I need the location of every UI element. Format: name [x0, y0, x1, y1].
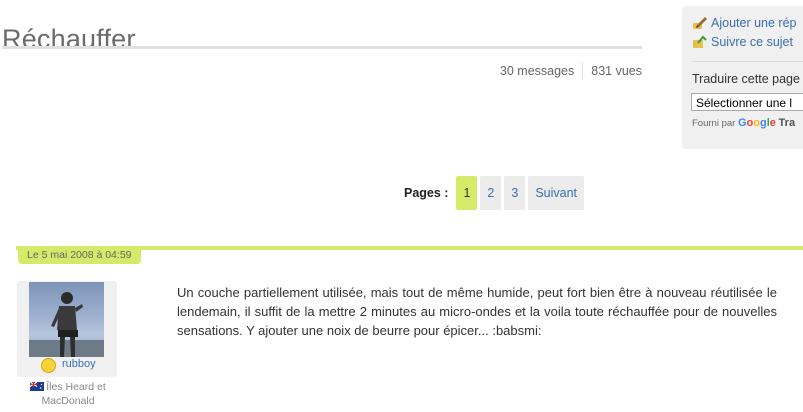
post-date: Le 5 mai 2008 à 04:59 — [18, 247, 141, 264]
page-3-link[interactable]: 3 — [504, 176, 526, 210]
author-location-text: Îles Heard et MacDonald — [41, 381, 106, 407]
online-status-icon — [41, 358, 56, 373]
avatar[interactable] — [29, 282, 104, 357]
follow-icon — [692, 35, 708, 49]
google-logo: Google — [737, 117, 776, 129]
author-location: Îles Heard et MacDonald — [18, 380, 118, 408]
powered-by-label: Fourni par — [692, 118, 736, 129]
page-title: Réchauffer — [2, 24, 136, 55]
post-content: Un couche partiellement utilisée, mais t… — [177, 285, 777, 338]
reply-link[interactable]: Ajouter une rép — [692, 16, 796, 30]
translate-label: Traduire cette page — [692, 72, 800, 86]
follow-topic-label: Suivre ce sujet — [711, 35, 793, 49]
next-page-link[interactable]: Suivant — [528, 176, 585, 210]
topic-stats: 30 messages 831 vues — [500, 62, 642, 80]
sidebar-divider — [692, 61, 803, 62]
pagination-label: Pages : — [404, 186, 449, 200]
translate-language-select[interactable]: Sélectionner une l — [691, 93, 803, 111]
topic-sidebar: Ajouter une rép Suivre ce sujet Traduire… — [682, 6, 803, 149]
views-count: 831 vues — [591, 64, 642, 78]
author-profile-card: rubboy — [17, 281, 117, 377]
messages-count: 30 messages — [499, 64, 575, 78]
reply-link-label: Ajouter une rép — [711, 16, 797, 30]
powered-by-google: Fourni par Google Tra — [692, 117, 795, 129]
translate-word: Tra — [778, 117, 796, 129]
page-2-link[interactable]: 2 — [480, 176, 502, 210]
pencil-icon — [692, 16, 708, 30]
page-1-link[interactable]: 1 — [456, 176, 478, 210]
follow-topic-link[interactable]: Suivre ce sujet — [692, 35, 793, 49]
title-divider — [2, 46, 642, 49]
author-username[interactable]: rubboy — [62, 358, 96, 370]
stats-divider — [582, 62, 584, 80]
australia-flag-icon — [30, 382, 45, 391]
pagination: Pages : 1 2 3 Suivant — [404, 176, 587, 210]
